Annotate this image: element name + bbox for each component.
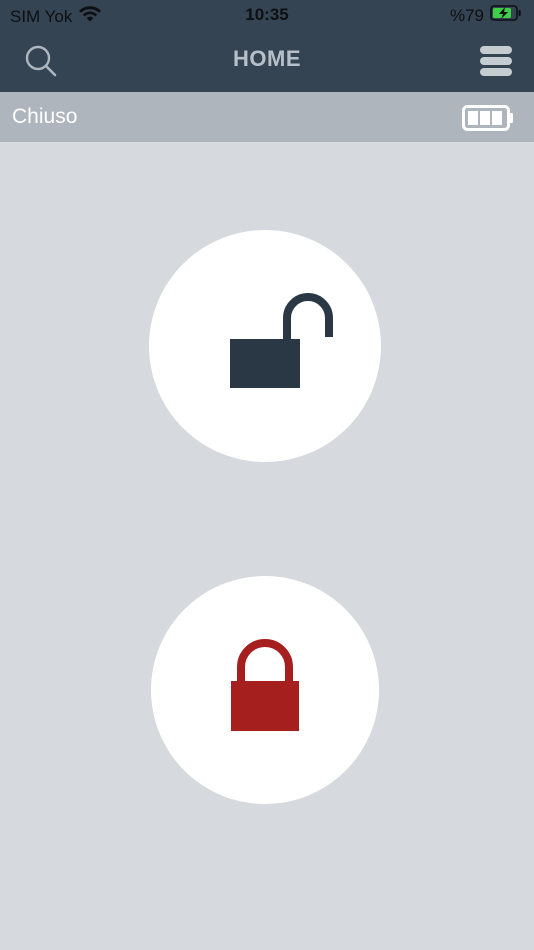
lock-button[interactable] — [151, 576, 379, 804]
state-bar: Chiuso — [0, 92, 534, 142]
nav-bar: HOME — [0, 30, 534, 92]
battery-charging-icon — [490, 5, 522, 26]
top-bar: SIM Yok 10:35 %79 HOME — [0, 0, 534, 92]
battery-icon — [462, 105, 514, 131]
lock-state-label: Chiuso — [12, 105, 78, 128]
status-bar: SIM Yok 10:35 %79 — [0, 0, 534, 30]
unlock-button[interactable] — [149, 230, 381, 462]
status-right: %79 — [450, 5, 522, 26]
battery-percent: %79 — [449, 5, 484, 25]
unlocked-padlock-icon — [230, 293, 333, 388]
menu-button[interactable] — [478, 44, 514, 78]
menu-icon — [480, 46, 512, 76]
page-title: HOME — [233, 46, 301, 71]
locked-padlock-icon — [231, 639, 299, 731]
